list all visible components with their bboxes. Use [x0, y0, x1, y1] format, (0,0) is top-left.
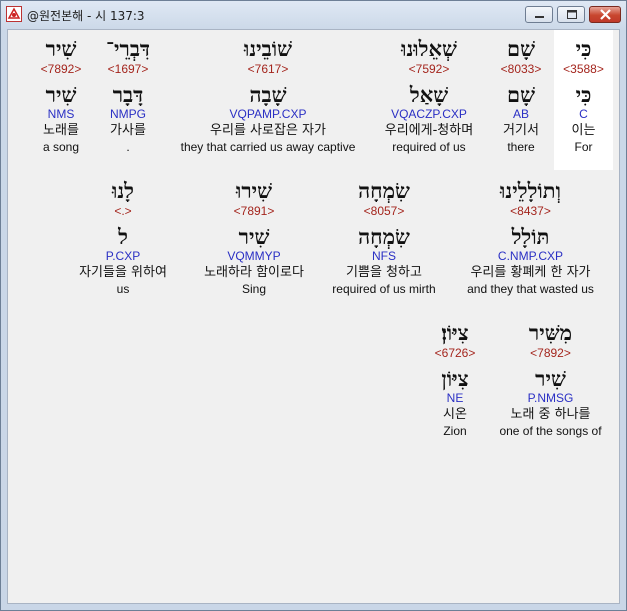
interlinear-panel: כִּי <3588> כִּי C 이는 For שָׁם <8033> שָ…	[7, 29, 620, 604]
strong-number[interactable]: <1697>	[94, 61, 162, 77]
korean-gloss: 이는	[571, 123, 596, 138]
word-sham[interactable]: שָׁם <8033> שָׁם AB 거기서 there	[488, 37, 554, 155]
english-gloss: .	[126, 140, 130, 154]
hebrew-word: וְתוֹלָלֵינוּ	[500, 178, 561, 203]
word-shir[interactable]: שִׁיר <7892> שִׁיר NMS 노래를 a song	[32, 37, 90, 155]
english-gloss: one of the songs of	[499, 424, 602, 438]
english-gloss: us	[116, 282, 130, 296]
maximize-button[interactable]	[557, 6, 585, 23]
english-gloss: Sing	[241, 282, 267, 296]
lemma: שִׁיר	[238, 224, 270, 249]
morphology-code: NMPG	[110, 107, 146, 121]
hebrew-word: צִיּוֹן׃	[441, 320, 469, 345]
english-gloss: required of us	[392, 140, 466, 154]
lemma: שִׂמְחָה	[358, 224, 410, 249]
strong-number[interactable]: <.>	[64, 203, 182, 219]
english-gloss: they that carried us away captive	[180, 140, 356, 154]
hebrew-word: שָׁם	[507, 36, 535, 61]
korean-gloss: 우리를 황폐케 한 자가	[470, 265, 591, 280]
lemma: צִיּוֹן	[441, 366, 469, 391]
word-sheelunu[interactable]: שְׁאֵלוּנוּ <7592> שָׁאַל VQACZP.CXP 우리에…	[370, 37, 488, 155]
morphology-code: NMS	[47, 107, 75, 121]
morphology-code: P.CXP	[105, 249, 141, 263]
hebrew-word: שִׁירוּ	[235, 178, 273, 203]
hebrew-word: כִּי	[575, 36, 592, 61]
hebrew-word: שִׁיר	[45, 36, 77, 61]
lemma: שָׁאַל	[409, 82, 449, 107]
korean-gloss: 가사를	[110, 123, 146, 138]
morphology-code: C.NMP.CXP	[497, 249, 564, 263]
strong-number[interactable]: <7892>	[32, 61, 90, 77]
lemma: תּוֹלָל	[511, 224, 550, 249]
strong-number[interactable]: <7892>	[488, 345, 613, 361]
strong-number[interactable]: <3588>	[554, 61, 613, 77]
strong-number[interactable]: <7891>	[188, 203, 320, 219]
strong-number[interactable]: <8057>	[320, 203, 448, 219]
korean-gloss: 시온	[443, 407, 467, 422]
lemma: ל	[118, 224, 128, 249]
strong-number[interactable]: <7592>	[370, 61, 488, 77]
morphology-code: VQPAMP.CXP	[229, 107, 307, 121]
korean-gloss: 노래 중 하나를	[510, 407, 591, 422]
title-bar[interactable]: @원전본해 - 시 137:3	[1, 1, 626, 29]
morphology-code: VQACZP.CXP	[391, 107, 467, 121]
hebrew-word: מִשִּׁיר	[528, 320, 573, 345]
window-title: @원전본해 - 시 137:3	[27, 9, 145, 23]
word-shoveinu[interactable]: שׁוֹבֵינוּ <7617> שָׁבָה VQPAMP.CXP 우리를 …	[168, 37, 368, 155]
word-lanu[interactable]: לָנוּ <.> ל P.CXP 자기들을 위하여 us	[64, 179, 182, 297]
lemma: כִּי	[575, 82, 592, 107]
korean-gloss: 기쁨을 청하고	[346, 265, 422, 280]
morphology-code: NFS	[372, 249, 396, 263]
lemma: שִׁיר	[535, 366, 566, 391]
morphology-code: C	[579, 107, 588, 121]
lemma: שָׁבָה	[249, 82, 287, 107]
word-shiru[interactable]: שִׁירוּ <7891> שִׁיר VQMMYP 노래하라 함이로다 Si…	[188, 179, 320, 297]
strong-number[interactable]: <6726>	[424, 345, 486, 361]
korean-gloss: 자기들을 위하여	[79, 265, 167, 280]
strong-number[interactable]: <8033>	[488, 61, 554, 77]
close-button[interactable]	[589, 6, 621, 23]
korean-gloss: 거기서	[503, 123, 539, 138]
strong-number[interactable]: <8437>	[448, 203, 613, 219]
morphology-code: NE	[446, 391, 464, 405]
app-window: @원전본해 - 시 137:3 כִּי <3588> כִּי C 이는 Fo…	[0, 0, 627, 611]
word-divrei[interactable]: דִּבְרֵי־ <1697> דָּבָר NMPG 가사를 .	[94, 37, 162, 155]
word-simcha[interactable]: שִׂמְחָה <8057> שִׂמְחָה NFS 기쁨을 청하고 req…	[320, 179, 448, 297]
korean-gloss: 우리를 사로잡은 자가	[210, 123, 326, 138]
english-gloss: Zion	[443, 424, 467, 438]
lemma: שִׁיר	[45, 82, 77, 107]
lemma: דָּבָר	[112, 82, 144, 107]
english-gloss: there	[507, 140, 535, 154]
morphology-code: P.NMSG	[527, 391, 574, 405]
hebrew-word: לָנוּ	[111, 178, 135, 203]
english-gloss: For	[574, 140, 593, 154]
english-gloss: required of us mirth	[332, 282, 436, 296]
word-ki[interactable]: כִּי <3588> כִּי C 이는 For	[554, 30, 613, 170]
morphology-code: AB	[512, 107, 529, 121]
hebrew-word: שְׁאֵלוּנוּ	[401, 36, 457, 61]
minimize-button[interactable]	[525, 6, 553, 23]
strong-number[interactable]: <7617>	[168, 61, 368, 77]
app-logo-icon	[6, 6, 22, 22]
hebrew-word: שׁוֹבֵינוּ	[243, 36, 293, 61]
lemma: שָׁם	[507, 82, 535, 107]
word-vetolaleinu[interactable]: וְתוֹלָלֵינוּ <8437> תּוֹלָל C.NMP.CXP 우…	[448, 179, 613, 297]
word-mishir[interactable]: מִשִּׁיר <7892> שִׁיר P.NMSG 노래 중 하나를 on…	[488, 321, 613, 439]
korean-gloss: 노래하라 함이로다	[204, 265, 304, 280]
english-gloss: and they that wasted us	[467, 282, 594, 296]
hebrew-word: שִׂמְחָה	[358, 178, 410, 203]
english-gloss: a song	[42, 140, 80, 154]
morphology-code: VQMMYP	[227, 249, 281, 263]
korean-gloss: 노래를	[43, 123, 79, 138]
hebrew-word: דִּבְרֵי־	[105, 36, 151, 61]
word-tziyon[interactable]: צִיּוֹן׃ <6726> צִיּוֹן NE 시온 Zion	[424, 321, 486, 439]
korean-gloss: 우리에게-청하며	[384, 123, 474, 138]
